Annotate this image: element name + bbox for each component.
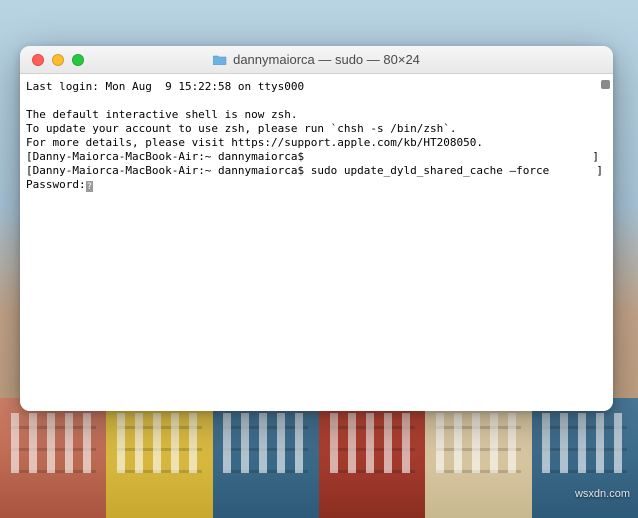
prompt-line-2: [Danny-Maiorca-MacBook-Air:~ dannymaiorc… bbox=[26, 164, 609, 178]
key-cursor-icon bbox=[86, 181, 93, 192]
scroll-indicator[interactable] bbox=[601, 80, 610, 89]
password-label: Password: bbox=[26, 178, 86, 191]
folder-icon bbox=[213, 54, 227, 65]
close-icon[interactable] bbox=[32, 54, 44, 66]
prompt-1-host: Danny-Maiorca-MacBook-Air:~ dannymaiorca… bbox=[33, 150, 305, 163]
titlebar[interactable]: dannymaiorca — sudo — 80×24 bbox=[20, 46, 613, 74]
traffic-lights bbox=[20, 54, 84, 66]
shell-msg-3: For more details, please visit https://s… bbox=[26, 136, 609, 150]
prompt-1-cmd bbox=[304, 150, 311, 163]
prompt-line-1: [Danny-Maiorca-MacBook-Air:~ dannymaiorc… bbox=[26, 150, 609, 164]
shell-msg-2: To update your account to use zsh, pleas… bbox=[26, 122, 609, 136]
watermark: wsxdn.com bbox=[575, 488, 630, 500]
window-title: dannymaiorca — sudo — 80×24 bbox=[20, 52, 613, 67]
background-sky bbox=[0, 0, 638, 50]
terminal-content[interactable]: Last login: Mon Aug 9 15:22:58 on ttys00… bbox=[20, 74, 613, 411]
blank-line bbox=[26, 94, 609, 108]
password-line: Password: bbox=[26, 178, 609, 192]
window-title-text: dannymaiorca — sudo — 80×24 bbox=[233, 52, 420, 67]
shell-msg-1: The default interactive shell is now zsh… bbox=[26, 108, 609, 122]
maximize-icon[interactable] bbox=[72, 54, 84, 66]
minimize-icon[interactable] bbox=[52, 54, 64, 66]
terminal-window: dannymaiorca — sudo — 80×24 Last login: … bbox=[20, 46, 613, 411]
background-buildings bbox=[0, 398, 638, 518]
last-login-line: Last login: Mon Aug 9 15:22:58 on ttys00… bbox=[26, 80, 609, 94]
prompt-2-host: Danny-Maiorca-MacBook-Air:~ dannymaiorca… bbox=[33, 164, 305, 177]
prompt-2-cmd: sudo update_dyld_shared_cache —force bbox=[304, 164, 549, 177]
